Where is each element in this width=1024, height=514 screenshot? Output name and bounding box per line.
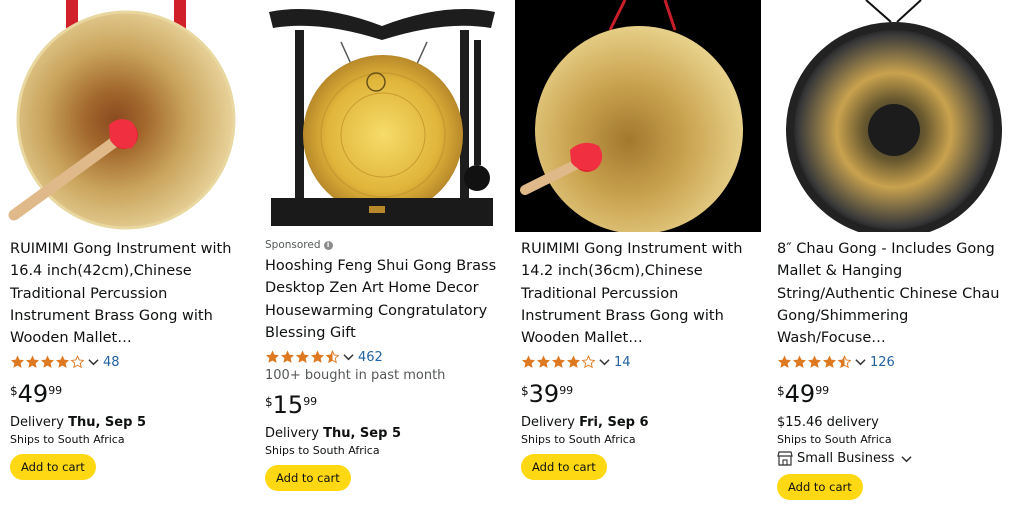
- gong-with-mallet-icon: [4, 0, 250, 232]
- price-whole: 15: [272, 391, 304, 420]
- info-icon[interactable]: i: [323, 240, 333, 250]
- price-whole: 39: [528, 380, 560, 409]
- star-full-icon: [551, 355, 565, 369]
- star-full-icon: [295, 350, 309, 364]
- chevron-down-icon[interactable]: [855, 358, 866, 366]
- add-to-cart-button[interactable]: Add to cart: [265, 465, 351, 492]
- review-count[interactable]: 462: [358, 350, 383, 365]
- price-symbol: $: [10, 384, 18, 399]
- sponsored-text: Sponsored: [265, 239, 321, 251]
- price-fraction: 99: [48, 384, 63, 398]
- gong-with-mallet-icon: [515, 0, 761, 232]
- delivery-date: Thu, Sep 5: [323, 426, 401, 442]
- review-count[interactable]: 48: [103, 355, 120, 370]
- star-full-icon: [807, 355, 821, 369]
- star-full-icon: [10, 355, 24, 369]
- price-whole: 49: [17, 380, 49, 409]
- star-full-icon: [265, 350, 279, 364]
- price-fraction: 99: [559, 384, 574, 398]
- price-symbol: $: [777, 384, 785, 399]
- chevron-down-icon[interactable]: [343, 353, 354, 361]
- star-empty-icon: [70, 355, 85, 369]
- star-rating: [777, 355, 852, 369]
- small-business-badge[interactable]: Small Business: [777, 451, 1013, 466]
- product-image[interactable]: [259, 0, 505, 232]
- product-title[interactable]: Hooshing Feng Shui Gong Brass Desktop Ze…: [265, 255, 501, 344]
- chevron-down-icon[interactable]: [88, 358, 99, 366]
- star-empty-icon: [581, 355, 596, 369]
- star-full-icon: [521, 355, 535, 369]
- star-full-icon: [822, 355, 836, 369]
- chevron-down-icon[interactable]: [900, 455, 912, 463]
- review-count[interactable]: 126: [870, 355, 895, 370]
- star-full-icon: [25, 355, 39, 369]
- desktop-gong-stand-icon: [259, 0, 505, 232]
- star-rating: [10, 355, 85, 369]
- rating-row[interactable]: 462: [265, 347, 501, 367]
- price-fraction: 99: [815, 384, 830, 398]
- delivery-date: $15.46 delivery: [777, 415, 879, 431]
- product-image[interactable]: [771, 0, 1017, 232]
- delivery-info: $15.46 delivery: [777, 415, 1013, 430]
- star-full-icon: [566, 355, 580, 369]
- price-fraction: 99: [303, 395, 318, 409]
- price[interactable]: $ 39 99: [521, 380, 757, 410]
- rating-row[interactable]: 48: [10, 352, 246, 372]
- star-rating: [265, 350, 340, 364]
- delivery-date: Thu, Sep 5: [68, 415, 146, 431]
- star-full-icon: [536, 355, 550, 369]
- sponsored-label[interactable]: Sponsored i: [265, 238, 501, 252]
- star-full-icon: [310, 350, 324, 364]
- delivery-prefix: Delivery: [265, 426, 324, 442]
- delivery-info: Delivery Thu, Sep 5: [10, 415, 246, 430]
- star-full-icon: [280, 350, 294, 364]
- product-title[interactable]: RUIMIMI Gong Instrument with 14.2 inch(3…: [521, 238, 757, 349]
- chau-gong-icon: [771, 0, 1017, 232]
- price-symbol: $: [265, 395, 273, 410]
- delivery-info: Delivery Fri, Sep 6: [521, 415, 757, 430]
- product-card: 8″ Chau Gong - Includes Gong Mallet & Ha…: [771, 0, 1017, 514]
- review-count[interactable]: 14: [614, 355, 631, 370]
- product-grid: RUIMIMI Gong Instrument with 16.4 inch(4…: [0, 0, 1024, 514]
- product-card: RUIMIMI Gong Instrument with 16.4 inch(4…: [4, 0, 250, 514]
- bought-past-month: 100+ bought in past month: [265, 368, 446, 384]
- price-whole: 49: [784, 380, 816, 409]
- price[interactable]: $ 15 99: [265, 391, 501, 421]
- ships-to: Ships to South Africa: [10, 433, 125, 447]
- price[interactable]: $ 49 99: [10, 380, 246, 410]
- star-rating: [521, 355, 596, 369]
- delivery-info: Delivery Thu, Sep 5: [265, 426, 501, 441]
- price-symbol: $: [521, 384, 529, 399]
- rating-row[interactable]: 14: [521, 352, 757, 372]
- product-title[interactable]: RUIMIMI Gong Instrument with 16.4 inch(4…: [10, 238, 246, 349]
- product-image[interactable]: [515, 0, 761, 232]
- product-image[interactable]: [4, 0, 250, 232]
- add-to-cart-button[interactable]: Add to cart: [10, 454, 96, 481]
- chevron-down-icon[interactable]: [599, 358, 610, 366]
- delivery-prefix: Delivery: [10, 415, 69, 431]
- delivery-prefix: Delivery: [521, 415, 580, 431]
- rating-row[interactable]: 126: [777, 352, 1013, 372]
- add-to-cart-button[interactable]: Add to cart: [777, 474, 863, 501]
- star-full-icon: [40, 355, 54, 369]
- price[interactable]: $ 49 99: [777, 380, 1013, 410]
- ships-to: Ships to South Africa: [521, 433, 636, 447]
- star-full-icon: [792, 355, 806, 369]
- add-to-cart-button[interactable]: Add to cart: [521, 454, 607, 481]
- small-business-label: Small Business: [797, 451, 895, 467]
- ships-to: Ships to South Africa: [265, 444, 380, 458]
- star-half-icon: [837, 355, 852, 369]
- delivery-date: Fri, Sep 6: [579, 415, 649, 431]
- storefront-icon: [777, 451, 793, 467]
- star-full-icon: [55, 355, 69, 369]
- star-full-icon: [777, 355, 791, 369]
- star-half-icon: [325, 350, 340, 364]
- ships-to: Ships to South Africa: [777, 433, 892, 447]
- product-title[interactable]: 8″ Chau Gong - Includes Gong Mallet & Ha…: [777, 238, 1013, 349]
- product-card: RUIMIMI Gong Instrument with 14.2 inch(3…: [515, 0, 761, 514]
- product-card: Sponsored i Hooshing Feng Shui Gong Brass…: [259, 0, 505, 514]
